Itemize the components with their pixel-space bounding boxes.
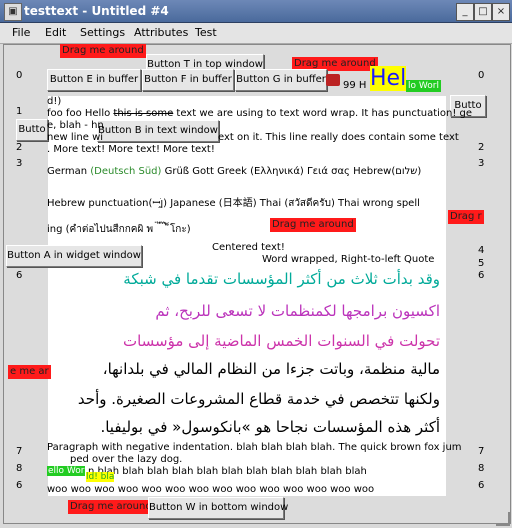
line-number: 0 [478,70,485,81]
line-number: 7 [478,446,485,457]
line-number: 6 [478,480,485,491]
line-number: 1 [16,106,23,117]
arabic-line: اكسيون برامجها لكمنظمات لا تسعى للربح، ث… [155,302,440,320]
line-number: 6 [478,270,485,281]
menu-edit[interactable]: Edit [45,26,66,39]
text-line: woo woo woo woo woo woo woo woo woo woo … [47,484,375,495]
line-number: 6 [16,480,23,491]
button-f[interactable]: Button F in buffer [142,69,234,91]
menu-file[interactable]: File [12,26,30,39]
drag-label[interactable]: Drag me around [270,218,356,232]
app-icon[interactable]: ▣ [4,3,22,21]
arabic-line: ولكنها تتخصص في خدمة قطاع المشروعات الصغ… [77,390,440,408]
text-line: e, blah - hn [47,120,104,131]
text-line: Paragraph with negative indentation. bla… [47,442,462,453]
line-number: 6 [16,270,23,281]
drag-label[interactable]: Drag me around [60,44,146,58]
menu-bar: File Edit Settings Attributes Test [0,23,512,44]
line-number: 8 [478,463,485,474]
line-number: 2 [478,142,485,153]
line-number: 7 [16,446,23,457]
rtl-quote-label: Word wrapped, Right-to-left Quote [262,254,435,265]
window-title: testtext - Untitled #4 [24,4,169,18]
arabic-line: تحولت في السنوات الخمس الماضية إلى مؤسسا… [122,332,440,350]
text-window[interactable] [48,96,446,496]
arabic-line: أكثر هذه المؤسسات نجاحا هو »بانكوسول« في… [100,418,440,436]
line-number: 3 [478,158,485,169]
minimize-icon[interactable]: _ [456,3,474,21]
menu-settings[interactable]: Settings [80,26,125,39]
arabic-line: وقد بدأت ثلاث من أكثر المؤسسات تقدما في … [123,270,440,288]
german-line: German (Deutsch Süd) Grüß Gott Greek (Ελ… [47,166,422,177]
text-line: n blah blah blah blah blah blah blah bla… [88,466,367,477]
title-bar: ▣ testtext - Untitled #4 _ □ × [0,0,512,23]
maximize-icon[interactable]: □ [474,3,492,21]
resize-grip-icon[interactable] [496,512,510,526]
arabic-line: مالية منظمة، وباتت جزءا من النظام المالي… [102,360,440,378]
button-butto-left[interactable]: Butto [16,119,48,141]
hello-world-yellow: ld! bla [86,472,115,482]
line-number: 5 [478,258,485,269]
text-line: foo foo Hello this is some text we are u… [47,108,473,119]
drag-label[interactable]: Drag me around [68,500,154,514]
strip-text: 99 H [343,80,367,91]
close-icon[interactable]: × [492,3,510,21]
button-a[interactable]: Button A in widget window [6,245,142,267]
hello-world-green: lo Worl [406,80,441,92]
drag-label[interactable]: e me ar [8,365,51,379]
text-line: ped over the lazy dog. [70,454,183,465]
menu-attributes[interactable]: Attributes [134,26,188,39]
text-line: . More text! More text! More text! [47,144,215,155]
centered-text: Centered text! [212,242,285,253]
book-icon [326,74,340,86]
drag-label[interactable]: Drag r [448,210,484,224]
button-w[interactable]: Button W in bottom window [148,497,288,519]
line-number: 8 [16,463,23,474]
text-line: ext on it. This line really does contain… [218,132,459,143]
hello-world-green: ello Wor [47,466,86,476]
line-number: 3 [16,158,23,169]
hebrew-punct-line: Hebrew punctuation(ꟷ֣ןׁ֣) Japanese (日本語)… [47,198,420,209]
line-number: 4 [478,245,485,256]
line-number: 2 [16,142,23,153]
line-number: 0 [16,70,23,81]
menu-test[interactable]: Test [195,26,217,39]
button-b[interactable]: Button B in text window [97,120,219,142]
text-line: new line wi [47,132,104,143]
thai-line: ing (คำต่อไปนสืกกคผิ พ ่ ้ ๊ ๋ ็โกะ) [47,224,191,235]
text-line: d!) [47,96,62,107]
button-e[interactable]: Button E in buffer [47,69,141,91]
button-g[interactable]: Button G in buffer [235,69,327,91]
hello-big: Hel [370,66,407,91]
